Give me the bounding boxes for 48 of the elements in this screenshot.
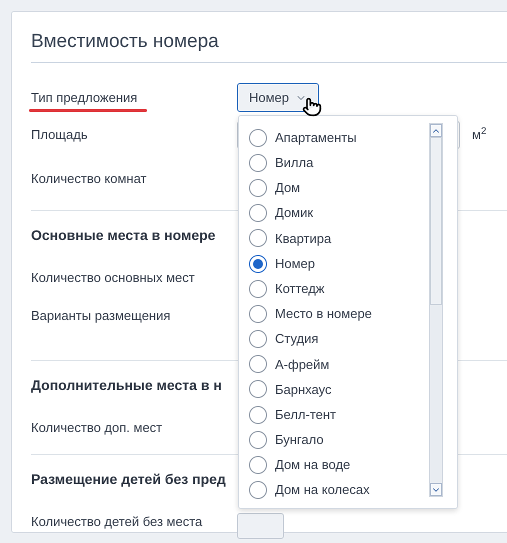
field-label: Количество комнат xyxy=(31,170,147,188)
radio-button[interactable] xyxy=(249,481,267,500)
unit-label: м$^{2}$ xyxy=(472,124,486,144)
radio-button[interactable] xyxy=(249,380,267,398)
radio-button[interactable] xyxy=(249,154,267,172)
type-dropdown[interactable]: Номер xyxy=(237,83,320,112)
radio-button[interactable] xyxy=(249,330,267,348)
scroll-down-button[interactable] xyxy=(430,483,442,496)
scroll-thumb[interactable] xyxy=(430,137,442,305)
radio-button[interactable] xyxy=(249,178,267,197)
radio-button[interactable] xyxy=(249,128,267,147)
section-title: Дополнительные места в н xyxy=(31,376,222,395)
section-title: Размещение детей без пред xyxy=(31,470,226,489)
option-item[interactable]: Дом на колесах xyxy=(249,478,424,500)
radio-button[interactable] xyxy=(249,406,267,424)
field-label: Количество доп. мест xyxy=(31,418,164,437)
scroll-up-button[interactable] xyxy=(430,124,442,137)
scrollbar[interactable] xyxy=(429,123,443,497)
option-item[interactable]: Коттедж xyxy=(249,276,424,302)
field-label: Количество детей без места xyxy=(31,512,204,531)
radio-button[interactable] xyxy=(249,254,267,273)
option-item[interactable]: Дом xyxy=(249,175,424,201)
option-item[interactable]: Белл-тент xyxy=(249,402,424,428)
radio-button[interactable] xyxy=(249,204,267,222)
field-label: Тип предложения xyxy=(31,90,138,105)
radio-button[interactable] xyxy=(249,456,267,474)
field-label: Количество основных мест xyxy=(31,268,196,287)
card-title: Вместимость номера xyxy=(31,30,219,54)
option-item[interactable]: А-фрейм xyxy=(249,352,424,377)
field-label: Площадь xyxy=(31,126,89,144)
option-item[interactable]: Бунгало xyxy=(249,427,424,452)
option-item[interactable]: Апартаменты xyxy=(249,125,424,150)
radio-button[interactable] xyxy=(249,229,267,248)
option-item[interactable]: Барнхаус xyxy=(249,376,424,402)
option-item[interactable]: Вилла xyxy=(249,150,424,176)
option-item[interactable]: Квартира xyxy=(249,226,424,251)
option-item[interactable]: Место в номере xyxy=(249,301,424,326)
radio-button[interactable] xyxy=(249,355,267,374)
radio-button[interactable] xyxy=(249,430,267,449)
section-title: Основные места в номере xyxy=(31,226,216,245)
option-item[interactable]: Студия xyxy=(249,326,424,352)
option-item[interactable]: Номер xyxy=(249,250,424,276)
radio-button[interactable] xyxy=(249,280,267,298)
radio-button[interactable] xyxy=(249,304,267,323)
option-item[interactable]: Дом на воде xyxy=(249,452,424,478)
count-select[interactable] xyxy=(237,512,284,538)
field-label: Варианты размещения xyxy=(31,307,172,325)
option-item[interactable]: Домик xyxy=(249,200,424,226)
